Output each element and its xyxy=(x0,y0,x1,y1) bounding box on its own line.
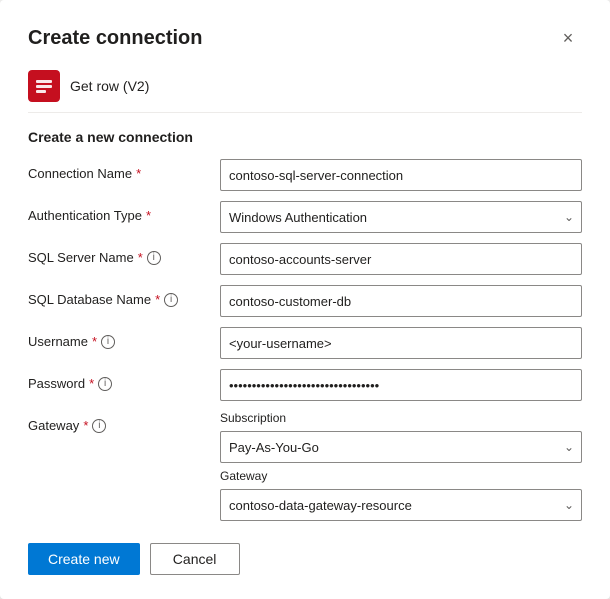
gateway-label: Gateway * i xyxy=(28,411,208,433)
password-input[interactable] xyxy=(220,369,582,401)
connection-name-input[interactable] xyxy=(220,159,582,191)
create-new-button[interactable]: Create new xyxy=(28,543,140,575)
cancel-button[interactable]: Cancel xyxy=(150,543,240,575)
sql-server-input[interactable] xyxy=(220,243,582,275)
close-button[interactable]: × xyxy=(554,24,582,52)
section-title: Create a new connection xyxy=(28,129,582,145)
sql-server-label: SQL Server Name * i xyxy=(28,243,208,265)
auth-type-label: Authentication Type * xyxy=(28,201,208,223)
required-marker-auth: * xyxy=(146,208,151,223)
connector-name: Get row (V2) xyxy=(70,78,149,94)
subscription-sub-label: Subscription xyxy=(220,411,582,425)
gateway-select[interactable]: contoso-data-gateway-resource xyxy=(220,489,582,521)
sql-db-info-icon[interactable]: i xyxy=(164,293,178,307)
sql-db-label: SQL Database Name * i xyxy=(28,285,208,307)
username-info-icon[interactable]: i xyxy=(101,335,115,349)
gateway-sub-label: Gateway xyxy=(220,469,582,483)
required-marker: * xyxy=(136,166,141,181)
dialog-header: Create connection × xyxy=(28,24,582,52)
auth-type-select[interactable]: Windows Authentication SQL Server Authen… xyxy=(220,201,582,233)
connector-row: Get row (V2) xyxy=(28,60,582,113)
password-info-icon[interactable]: i xyxy=(98,377,112,391)
sql-db-input[interactable] xyxy=(220,285,582,317)
subscription-wrapper: Pay-As-You-Go Other Subscription ⌄ xyxy=(220,431,582,463)
create-connection-dialog: Create connection × Get row (V2) Create … xyxy=(0,0,610,599)
dialog-title: Create connection xyxy=(28,27,202,50)
connector-icon xyxy=(28,70,60,102)
gateway-info-icon[interactable]: i xyxy=(92,419,106,433)
sql-server-info-icon[interactable]: i xyxy=(147,251,161,265)
gateway-select-wrapper: contoso-data-gateway-resource ⌄ xyxy=(220,489,582,521)
connection-form: Connection Name * Authentication Type * … xyxy=(28,159,582,521)
username-input[interactable] xyxy=(220,327,582,359)
subscription-select[interactable]: Pay-As-You-Go Other Subscription xyxy=(220,431,582,463)
connection-name-label: Connection Name * xyxy=(28,159,208,181)
dialog-footer: Create new Cancel xyxy=(28,543,582,575)
username-label: Username * i xyxy=(28,327,208,349)
auth-type-wrapper: Windows Authentication SQL Server Authen… xyxy=(220,201,582,233)
password-label: Password * i xyxy=(28,369,208,391)
gateway-section: Subscription Pay-As-You-Go Other Subscri… xyxy=(220,411,582,521)
